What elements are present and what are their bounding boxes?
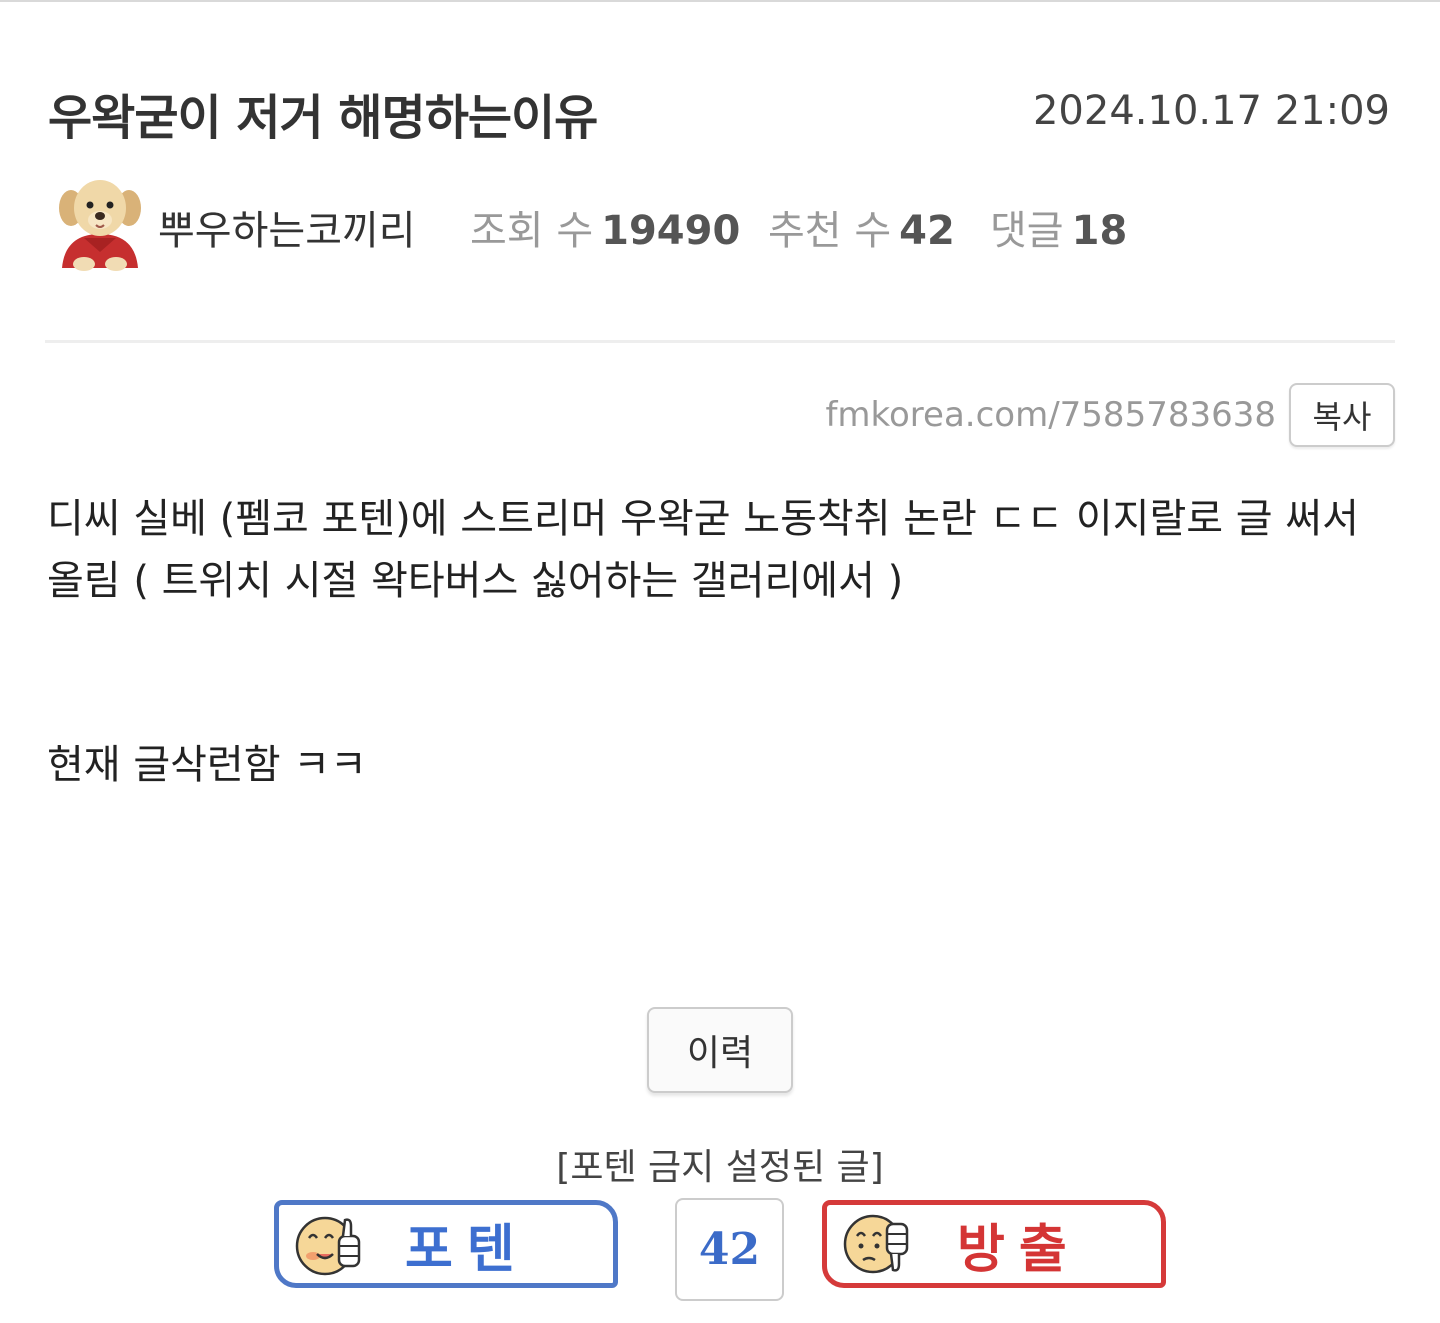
post-body-paragraph: 디씨 실베 (펨코 포텐)에 스트리머 우왁굳 노동착취 논란 ㄷㄷ 이지랄로 … [47, 496, 1359, 604]
header-divider [45, 340, 1395, 343]
downvote-label: 방출 [957, 1219, 1081, 1280]
recommend-label: 추천 수 [768, 208, 892, 254]
thumbs-up-face-icon [295, 1216, 361, 1276]
downvote-button[interactable]: 방출 [822, 1200, 1166, 1288]
views-label: 조회 수 [470, 208, 594, 254]
copy-url-button[interactable]: 복사 [1289, 383, 1395, 447]
thumbs-down-face-icon [843, 1214, 909, 1274]
post-title: 우왁굳이 저거 해명하는이유 [48, 90, 598, 146]
post-url: fmkorea.com/7585783638 [825, 395, 1276, 435]
author-name[interactable]: 뿌우하는코끼리 [158, 198, 416, 256]
post-body-paragraph-2: 현재 글삭런함 ㅋㅋ [47, 742, 367, 788]
author-avatar-icon[interactable] [54, 178, 146, 272]
potential-ban-notice: [포텐 금지 설정된 글] [556, 1147, 884, 1188]
upvote-button[interactable]: 포텐 [274, 1200, 618, 1288]
views-count: 19490 [601, 208, 741, 254]
upvote-label: 포텐 [405, 1219, 529, 1280]
vote-count: 42 [675, 1198, 784, 1301]
comments-label: 댓글 [990, 208, 1064, 254]
comments-count: 18 [1071, 208, 1128, 254]
post-date: 2024.10.17 21:09 [1032, 88, 1390, 134]
top-border [0, 0, 1440, 2]
views-stat: 조회 수 19490 [470, 198, 740, 256]
recommend-count: 42 [899, 208, 955, 254]
recommend-stat: 추천 수 42 [768, 198, 955, 256]
history-button[interactable]: 이력 [647, 1007, 793, 1093]
comments-stat[interactable]: 댓글 18 [990, 198, 1127, 256]
